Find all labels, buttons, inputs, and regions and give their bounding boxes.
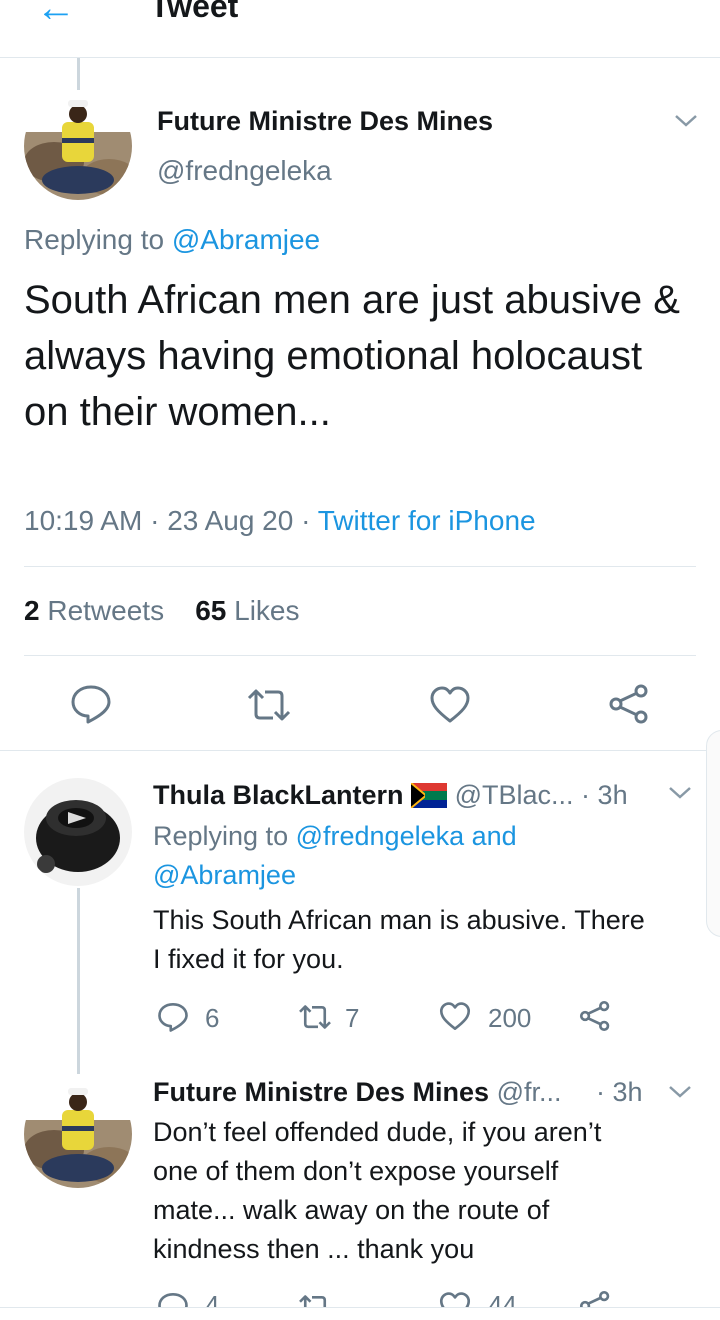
share-icon[interactable] [579, 1290, 611, 1308]
tweet-date: 23 Aug 20 [167, 505, 294, 536]
reply-count: 4 [205, 1290, 220, 1308]
mention-link[interactable]: @Abramjee [172, 224, 320, 255]
reply-text: Don’t feel offended dude, if you aren’t … [153, 1113, 601, 1269]
thread-connector [77, 888, 80, 1074]
heart-icon[interactable] [439, 1002, 471, 1031]
reply-icon[interactable] [70, 684, 112, 724]
tweet-time: 10:19 AM [24, 505, 143, 536]
like-count: 44 [488, 1290, 517, 1308]
heart-icon[interactable] [429, 686, 471, 724]
reply-text-line: Don’t feel offended dude, if you aren’t [153, 1117, 602, 1147]
top-bar: ← Tweet [0, 0, 720, 58]
reply-header: Future Ministre Des Mines @fr... [153, 1077, 562, 1108]
author-handle[interactable]: @fredngeleka [157, 155, 332, 187]
replying-label: Replying to [24, 224, 165, 255]
tweet-meta: 10:19 AM · 23 Aug 20 · Twitter for iPhon… [24, 505, 536, 536]
retweets-count[interactable]: 2 [24, 595, 40, 626]
retweet-count: 7 [345, 1003, 360, 1033]
bottom-divider [0, 1307, 720, 1308]
retweet-icon[interactable] [297, 1294, 333, 1308]
reply-author-handle[interactable]: @TBlac... [455, 780, 574, 810]
share-icon[interactable] [608, 684, 650, 724]
reply-replying-to: Replying to @fredngeleka and @Abramjee [153, 817, 517, 895]
tweet-source[interactable]: Twitter for iPhone [318, 505, 536, 536]
scroll-handle[interactable] [706, 730, 720, 937]
author-name[interactable]: Future Ministre Des Mines [157, 106, 493, 137]
avatar[interactable] [24, 92, 132, 200]
reply-author-handle[interactable]: @fr... [497, 1077, 562, 1107]
retweets-label[interactable]: Retweets [47, 595, 164, 626]
like-count: 200 [488, 1003, 532, 1033]
chevron-down-icon[interactable] [667, 784, 693, 802]
avatar[interactable] [24, 1080, 132, 1188]
likes-count[interactable]: 65 [195, 595, 226, 626]
chevron-down-icon[interactable] [667, 1083, 693, 1101]
reply-text-line: mate... walk away on the route of [153, 1195, 550, 1225]
reply-icon[interactable] [157, 1292, 189, 1308]
page-title: Tweet [150, 0, 239, 24]
retweet-icon[interactable] [297, 1004, 333, 1030]
reply-text: This South African man is abusive. There… [153, 901, 645, 979]
divider [24, 566, 696, 567]
tweet-stats: 2 Retweets 65 Likes [24, 595, 300, 627]
heart-icon[interactable] [439, 1292, 471, 1308]
reply-time: 3h [612, 1077, 643, 1107]
divider [24, 655, 696, 656]
back-arrow-icon[interactable]: ← [36, 0, 76, 31]
reply-time-wrap: · 3h [596, 1077, 643, 1107]
reply-author-name[interactable]: Thula BlackLantern [153, 780, 404, 810]
avatar[interactable] [24, 778, 132, 886]
thread-connector [77, 58, 80, 90]
replying-label: Replying to [153, 821, 289, 851]
divider [0, 750, 720, 751]
reply-text-line: I fixed it for you. [153, 944, 344, 974]
reply-author-name[interactable]: Future Ministre Des Mines [153, 1077, 489, 1107]
reply-header: Thula BlackLantern @TBlac... · 3h [153, 780, 628, 815]
mention-link[interactable]: @fredngeleka and [296, 821, 517, 851]
reply-icon[interactable] [157, 1002, 189, 1032]
reply-action-bar: 4 44 [0, 1286, 720, 1308]
reply-text-line: kindness then ... thank you [153, 1234, 475, 1264]
replying-to: Replying to @Abramjee [24, 224, 320, 256]
likes-label[interactable]: Likes [234, 595, 299, 626]
tweet-text: South African men are just abusive & alw… [24, 278, 680, 434]
reply-text-line: one of them don’t expose yourself [153, 1156, 559, 1186]
chevron-down-icon[interactable] [673, 112, 699, 130]
share-icon[interactable] [579, 1000, 611, 1032]
reply-count: 6 [205, 1003, 220, 1033]
south-africa-flag-icon [410, 782, 448, 815]
retweet-icon[interactable] [245, 688, 293, 722]
reply-text-line: This South African man is abusive. There [153, 905, 645, 935]
reply-time: 3h [597, 780, 628, 810]
mention-link[interactable]: @Abramjee [153, 860, 296, 890]
